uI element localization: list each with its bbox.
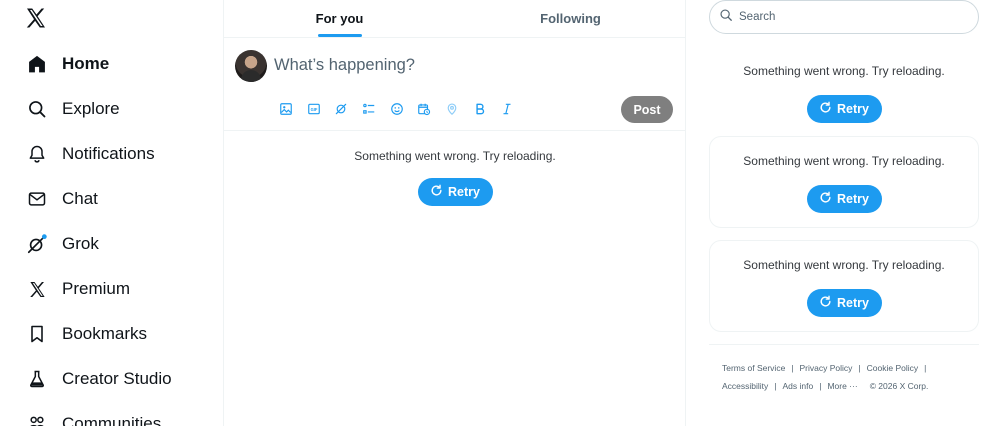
footer-link-cookies[interactable]: Cookie Policy bbox=[867, 359, 919, 377]
people-icon bbox=[26, 413, 48, 426]
retry-label: Retry bbox=[448, 185, 480, 199]
sidebar-item-label: Notifications bbox=[62, 144, 155, 163]
sidebar-item-label: Bookmarks bbox=[62, 324, 148, 343]
divider: | bbox=[924, 363, 927, 373]
sidebar-item-bookmarks[interactable]: Bookmarks bbox=[14, 314, 159, 354]
widget-card: Something went wrong. Try reloading. Ret… bbox=[709, 136, 979, 228]
footer-link-privacy[interactable]: Privacy Policy bbox=[800, 359, 853, 377]
sidebar-item-creator-studio[interactable]: Creator Studio bbox=[14, 359, 184, 399]
footer-link-accessibility[interactable]: Accessibility bbox=[722, 377, 768, 395]
grok-icon bbox=[26, 233, 48, 255]
footer-link-terms[interactable]: Terms of Service bbox=[722, 359, 785, 377]
sidebar-item-chat[interactable]: Chat bbox=[14, 179, 110, 219]
refresh-icon bbox=[430, 184, 443, 200]
right-sidebar: Something went wrong. Try reloading. Ret… bbox=[686, 0, 1000, 426]
widget-card: Something went wrong. Try reloading. Ret… bbox=[709, 46, 979, 130]
sidebar-item-home[interactable]: Home bbox=[14, 44, 121, 84]
composer-toolbar: GIF bbox=[272, 100, 521, 118]
sidebar-item-label: Grok bbox=[62, 234, 99, 253]
tab-following[interactable]: Following bbox=[455, 0, 686, 37]
refresh-icon bbox=[819, 295, 832, 311]
copyright: © 2026 X Corp. bbox=[869, 381, 929, 391]
sidebar-item-label: Explore bbox=[62, 99, 120, 118]
envelope-icon bbox=[26, 188, 48, 210]
divider: | bbox=[819, 381, 822, 391]
sidebar-item-grok[interactable]: Grok bbox=[14, 224, 111, 264]
retry-label: Retry bbox=[837, 192, 869, 206]
x-logo-icon[interactable] bbox=[24, 6, 48, 30]
sidebar-item-communities[interactable]: Communities bbox=[14, 404, 173, 426]
retry-button[interactable]: Retry bbox=[806, 289, 882, 317]
bold-icon[interactable] bbox=[466, 100, 494, 118]
feed-error: Something went wrong. Try reloading. Ret… bbox=[224, 149, 686, 206]
error-message: Something went wrong. Try reloading. bbox=[743, 258, 945, 272]
main-column: For you Following GIF bbox=[224, 0, 686, 426]
error-message: Something went wrong. Try reloading. bbox=[354, 149, 556, 163]
search-icon bbox=[719, 8, 733, 27]
sidebar-item-premium[interactable]: Premium bbox=[14, 269, 142, 309]
poll-icon[interactable] bbox=[355, 100, 383, 118]
refresh-icon bbox=[819, 101, 832, 117]
compose-input[interactable] bbox=[274, 56, 654, 75]
active-tab-indicator bbox=[317, 34, 362, 37]
flask-icon bbox=[26, 368, 48, 390]
timeline-tabs: For you Following bbox=[224, 0, 686, 38]
svg-text:GIF: GIF bbox=[310, 107, 317, 112]
schedule-icon[interactable] bbox=[410, 100, 438, 118]
footer-link-ads-info[interactable]: Ads info bbox=[783, 377, 814, 395]
footer-link-more[interactable]: More ··· bbox=[827, 377, 857, 395]
divider: | bbox=[774, 381, 777, 391]
left-sidebar: Home Explore Notifications Chat Grok Pre… bbox=[0, 0, 224, 426]
bookmark-icon bbox=[26, 323, 48, 345]
search-box[interactable] bbox=[709, 0, 979, 34]
gif-icon[interactable]: GIF bbox=[300, 100, 328, 118]
avatar[interactable] bbox=[235, 50, 267, 82]
sidebar-item-notifications[interactable]: Notifications bbox=[14, 134, 167, 174]
sidebar-item-label: Creator Studio bbox=[62, 369, 172, 388]
post-button[interactable]: Post bbox=[621, 96, 673, 123]
error-message: Something went wrong. Try reloading. bbox=[743, 64, 945, 78]
footer: Terms of Service | Privacy Policy | Cook… bbox=[709, 344, 979, 395]
search-icon bbox=[26, 98, 48, 120]
tab-label: Following bbox=[540, 11, 601, 26]
widget-card: Something went wrong. Try reloading. Ret… bbox=[709, 240, 979, 332]
error-message: Something went wrong. Try reloading. bbox=[743, 154, 945, 168]
sidebar-item-explore[interactable]: Explore bbox=[14, 89, 132, 129]
retry-label: Retry bbox=[837, 296, 869, 310]
x-logo-icon bbox=[26, 278, 48, 300]
divider: | bbox=[791, 363, 794, 373]
sidebar-item-label: Communities bbox=[62, 414, 162, 426]
tab-label: For you bbox=[315, 11, 364, 26]
sidebar-item-label: Home bbox=[62, 54, 110, 73]
location-icon[interactable] bbox=[438, 100, 466, 118]
post-composer: GIF Post bbox=[224, 38, 686, 131]
divider: | bbox=[858, 363, 861, 373]
retry-label: Retry bbox=[837, 102, 869, 116]
refresh-icon bbox=[819, 191, 832, 207]
italic-icon[interactable] bbox=[494, 100, 522, 118]
grok-icon[interactable] bbox=[327, 100, 355, 118]
retry-button[interactable]: Retry bbox=[806, 95, 882, 123]
home-icon bbox=[26, 53, 48, 75]
sidebar-item-label: Chat bbox=[62, 189, 98, 208]
image-icon[interactable] bbox=[272, 100, 300, 118]
bell-icon bbox=[26, 143, 48, 165]
sidebar-item-label: Premium bbox=[62, 279, 131, 298]
retry-button[interactable]: Retry bbox=[806, 185, 882, 213]
retry-button[interactable]: Retry bbox=[417, 178, 493, 206]
search-input[interactable] bbox=[739, 11, 959, 23]
emoji-icon[interactable] bbox=[383, 100, 411, 118]
tab-for-you[interactable]: For you bbox=[224, 0, 455, 37]
